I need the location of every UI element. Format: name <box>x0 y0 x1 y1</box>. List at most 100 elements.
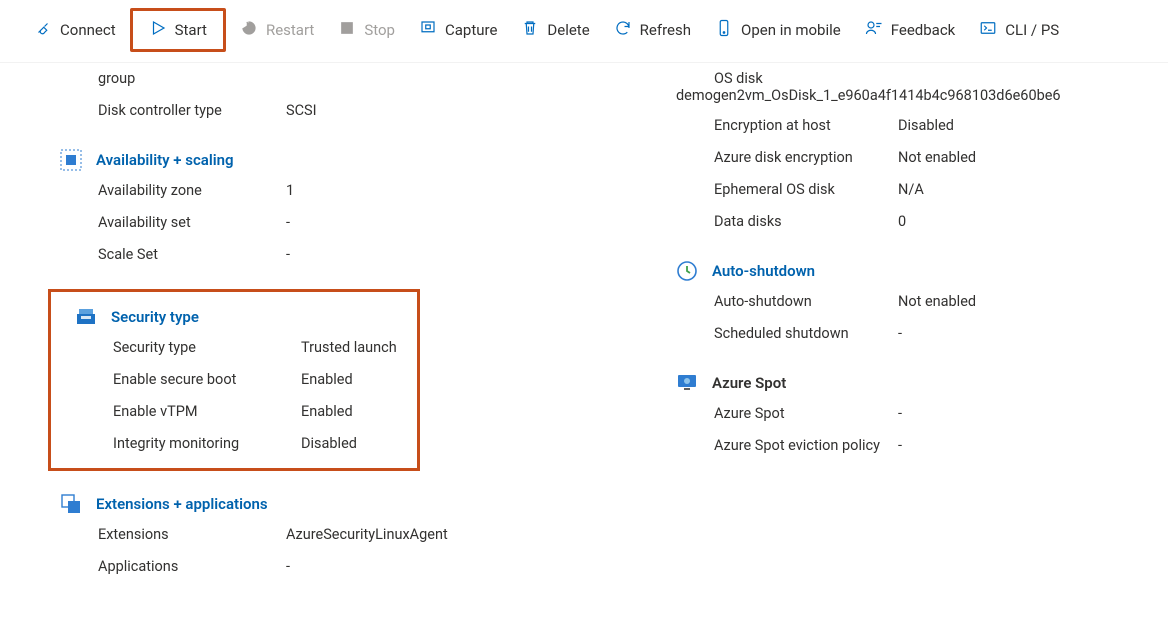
section-azure-spot: Azure Spot Azure Spot - Azure Spot evict… <box>676 372 1168 456</box>
disk-controller-label: Disk controller type <box>98 101 286 121</box>
row-security-type: Security type Trusted launch <box>113 338 405 358</box>
ephemeral-value: N/A <box>898 180 1168 200</box>
play-icon <box>149 19 167 41</box>
auto-shutdown-label: Auto-shutdown <box>714 292 898 312</box>
row-scale-set: Scale Set - <box>98 245 660 265</box>
azure-spot-evict-label: Azure Spot eviction policy <box>714 436 898 456</box>
row-enc-host: Encryption at host Disabled <box>714 116 1168 136</box>
delete-label: Delete <box>547 21 589 39</box>
right-column: OS disk demogen2vm_OsDisk_1_e960a4f1414b… <box>660 63 1168 601</box>
row-disk-controller: Disk controller type SCSI <box>98 101 660 121</box>
start-button[interactable]: Start <box>145 19 211 41</box>
restart-button: Restart <box>230 15 324 45</box>
extensions-icon <box>60 493 82 515</box>
security-icon <box>75 306 97 328</box>
ephemeral-label: Ephemeral OS disk <box>714 180 898 200</box>
os-disk-label: OS disk <box>714 69 898 89</box>
section-auto-shutdown: Auto-shutdown Auto-shutdown Not enabled … <box>676 260 1168 344</box>
azure-spot-title: Azure Spot <box>712 374 786 392</box>
feedback-label: Feedback <box>891 21 956 39</box>
extensions-label: Extensions <box>98 525 286 545</box>
row-scheduled-shutdown: Scheduled shutdown - <box>714 324 1168 344</box>
refresh-button[interactable]: Refresh <box>604 15 701 45</box>
vm-toolbar: Connect Start Restart Stop Capture Delet… <box>0 0 1168 63</box>
monitor-icon <box>676 372 698 394</box>
group-label: group <box>98 69 286 89</box>
scale-set-label: Scale Set <box>98 245 286 265</box>
os-disk-value: demogen2vm_OsDisk_1_e960a4f1414b4c968103… <box>676 87 1168 104</box>
stop-label: Stop <box>364 21 395 39</box>
cli-ps-button[interactable]: CLI / PS <box>969 15 1069 45</box>
availability-title[interactable]: Availability + scaling <box>96 151 234 169</box>
group-value <box>286 69 660 89</box>
sched-shutdown-label: Scheduled shutdown <box>714 324 898 344</box>
extensions-value: AzureSecurityLinuxAgent <box>286 525 660 545</box>
open-mobile-button[interactable]: Open in mobile <box>705 15 851 45</box>
auto-shutdown-value: Not enabled <box>898 292 1168 312</box>
stop-button: Stop <box>328 15 405 45</box>
refresh-icon <box>614 19 632 41</box>
row-availability-zone: Availability zone 1 <box>98 181 660 201</box>
capture-label: Capture <box>445 21 497 39</box>
open-mobile-label: Open in mobile <box>741 21 841 39</box>
security-header: Security type <box>75 306 405 328</box>
vtpm-value: Enabled <box>301 402 405 422</box>
data-disks-value: 0 <box>898 212 1168 232</box>
cli-icon <box>979 19 997 41</box>
enc-host-value: Disabled <box>898 116 1168 136</box>
vm-details-content: group Disk controller type SCSI Availabi… <box>0 63 1168 601</box>
row-extensions: Extensions AzureSecurityLinuxAgent <box>98 525 660 545</box>
extensions-title[interactable]: Extensions + applications <box>96 495 268 513</box>
feedback-button[interactable]: Feedback <box>855 15 966 45</box>
availability-set-value: - <box>286 213 660 233</box>
row-availability-set: Availability set - <box>98 213 660 233</box>
enc-host-label: Encryption at host <box>714 116 898 136</box>
row-ephemeral: Ephemeral OS disk N/A <box>714 180 1168 200</box>
availability-zone-value: 1 <box>286 181 660 201</box>
auto-shutdown-title[interactable]: Auto-shutdown <box>712 262 815 280</box>
secure-boot-value: Enabled <box>301 370 405 390</box>
row-group: group <box>98 69 660 89</box>
start-highlight-box: Start <box>130 8 226 52</box>
row-secure-boot: Enable secure boot Enabled <box>113 370 405 390</box>
ade-label: Azure disk encryption <box>714 148 898 168</box>
security-type-label: Security type <box>113 338 301 358</box>
restart-label: Restart <box>266 21 314 39</box>
availability-icon <box>60 149 82 171</box>
applications-label: Applications <box>98 557 286 577</box>
applications-value: - <box>286 557 660 577</box>
row-integrity: Integrity monitoring Disabled <box>113 434 405 454</box>
row-azure-spot-eviction: Azure Spot eviction policy - <box>714 436 1168 456</box>
refresh-label: Refresh <box>640 21 691 39</box>
connect-button[interactable]: Connect <box>24 15 126 45</box>
left-column: group Disk controller type SCSI Availabi… <box>0 63 660 601</box>
azure-spot-evict-value: - <box>898 436 1168 456</box>
delete-button[interactable]: Delete <box>511 15 599 45</box>
feedback-icon <box>865 19 883 41</box>
connect-label: Connect <box>60 21 116 39</box>
secure-boot-label: Enable secure boot <box>113 370 301 390</box>
availability-set-label: Availability set <box>98 213 286 233</box>
extensions-header: Extensions + applications <box>60 493 660 515</box>
clock-icon <box>676 260 698 282</box>
stop-icon <box>338 19 356 41</box>
trash-icon <box>521 19 539 41</box>
data-disks-label: Data disks <box>714 212 898 232</box>
azure-spot-value: - <box>898 404 1168 424</box>
row-azure-spot: Azure Spot - <box>714 404 1168 424</box>
scale-set-value: - <box>286 245 660 265</box>
capture-button[interactable]: Capture <box>409 15 507 45</box>
start-label: Start <box>175 21 207 39</box>
ade-value: Not enabled <box>898 148 1168 168</box>
row-os-disk-label: OS disk <box>714 69 1168 89</box>
mobile-icon <box>715 19 733 41</box>
disk-controller-value: SCSI <box>286 101 660 121</box>
security-highlight-box: Security type Security type Trusted laun… <box>48 289 420 471</box>
vtpm-label: Enable vTPM <box>113 402 301 422</box>
auto-shutdown-header: Auto-shutdown <box>676 260 1168 282</box>
integrity-value: Disabled <box>301 434 405 454</box>
azure-spot-label: Azure Spot <box>714 404 898 424</box>
security-title[interactable]: Security type <box>111 308 199 326</box>
capture-icon <box>419 19 437 41</box>
integrity-label: Integrity monitoring <box>113 434 301 454</box>
